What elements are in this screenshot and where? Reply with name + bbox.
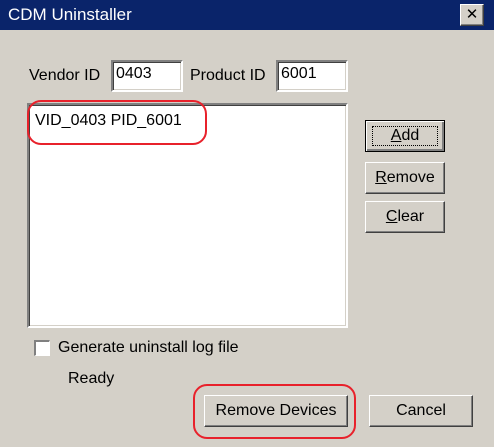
vendor-id-input[interactable]: 0403 [111,60,183,92]
vendor-id-value: 0403 [116,65,152,82]
status-text: Ready [68,370,115,387]
remove-devices-button-label: Remove Devices [215,402,337,419]
clear-button-label: Clear [385,208,425,225]
close-icon: ✕ [465,5,479,23]
title-bar[interactable]: CDM Uninstaller ✕ [0,0,494,30]
window-title: CDM Uninstaller [8,5,132,24]
cancel-button-label: Cancel [396,402,446,419]
vendor-id-label: Vendor ID [29,67,101,84]
product-id-value: 6001 [281,65,317,82]
clear-button[interactable]: Clear [365,201,445,233]
device-list[interactable]: VID_0403 PID_6001 [27,103,348,328]
product-id-input[interactable]: 6001 [276,60,348,92]
add-button[interactable]: Add [365,120,445,152]
generate-log-label[interactable]: Generate uninstall log file [58,338,239,358]
cdm-uninstaller-dialog: CDM Uninstaller ✕ Vendor ID 0403 Product… [0,0,494,447]
focus-indicator [372,126,438,146]
cancel-button[interactable]: Cancel [369,395,473,427]
generate-log-checkbox[interactable] [34,340,50,356]
remove-devices-button[interactable]: Remove Devices [204,395,348,427]
list-item[interactable]: VID_0403 PID_6001 [35,111,182,131]
remove-button[interactable]: Remove [365,162,445,194]
close-button[interactable]: ✕ [460,4,484,26]
remove-button-label: Remove [375,169,435,186]
product-id-label: Product ID [190,67,266,84]
